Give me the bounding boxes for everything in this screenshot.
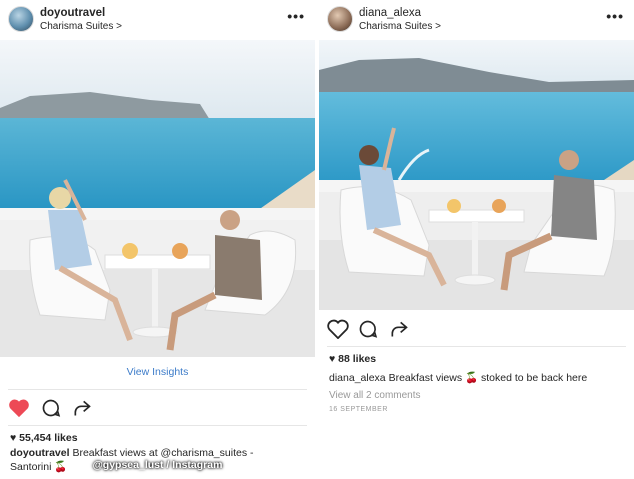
comment-icon[interactable] (41, 398, 61, 418)
post-photo[interactable] (0, 40, 315, 357)
caption-text: Breakfast views 🍒 stoked to be back here (388, 372, 588, 384)
post-doyoutravel: doyoutravel Charisma Suites > ••• View I… (0, 0, 315, 479)
post-diana_alexa: diana_alexa Charisma Suites > ••• ♥ 88 l… (319, 0, 634, 479)
location-label: Charisma Suites (40, 21, 114, 32)
action-bar (8, 398, 128, 422)
chevron-right-icon: > (116, 21, 122, 32)
view-comments-link[interactable]: View all 2 comments (329, 390, 421, 401)
post-header: diana_alexa Charisma Suites > ••• (319, 0, 634, 40)
divider (327, 346, 626, 347)
divider (8, 425, 307, 426)
chevron-right-icon: > (435, 21, 441, 32)
post-photo[interactable] (319, 40, 634, 310)
view-insights-link[interactable]: View Insights (0, 366, 315, 378)
photo-credit: @gypsea_lust / Instagram (92, 459, 223, 471)
divider (8, 389, 307, 390)
post-date: 16 SEPTEMBER (329, 406, 388, 413)
comment-icon[interactable] (358, 319, 378, 339)
heart-icon[interactable] (8, 398, 30, 418)
location-label: Charisma Suites (359, 21, 433, 32)
caption-username[interactable]: doyoutravel (10, 447, 70, 459)
share-icon[interactable] (389, 319, 409, 339)
breakfast-photo (319, 40, 634, 310)
username[interactable]: doyoutravel (40, 7, 105, 19)
breakfast-photo (0, 40, 315, 357)
location-link[interactable]: Charisma Suites > (40, 21, 122, 32)
avatar[interactable] (327, 6, 353, 32)
location-link[interactable]: Charisma Suites > (359, 21, 441, 32)
action-bar (327, 319, 447, 343)
username[interactable]: diana_alexa (359, 7, 421, 19)
heart-icon[interactable] (327, 319, 349, 339)
caption-username[interactable]: diana_alexa (329, 372, 386, 384)
likes-count[interactable]: ♥ 55,454 likes (10, 432, 78, 444)
avatar[interactable] (8, 6, 34, 32)
heart-small-icon: ♥ (10, 432, 17, 444)
post-header: doyoutravel Charisma Suites > ••• (0, 0, 315, 40)
caption: diana_alexa Breakfast views 🍒 stoked to … (329, 371, 587, 385)
more-icon[interactable]: ••• (606, 8, 624, 24)
more-icon[interactable]: ••• (287, 8, 305, 24)
likes-count[interactable]: ♥ 88 likes (329, 353, 376, 365)
heart-small-icon: ♥ (329, 353, 336, 365)
caption-text: Breakfast views at @charisma_suites - (72, 447, 254, 459)
share-icon[interactable] (72, 398, 92, 418)
